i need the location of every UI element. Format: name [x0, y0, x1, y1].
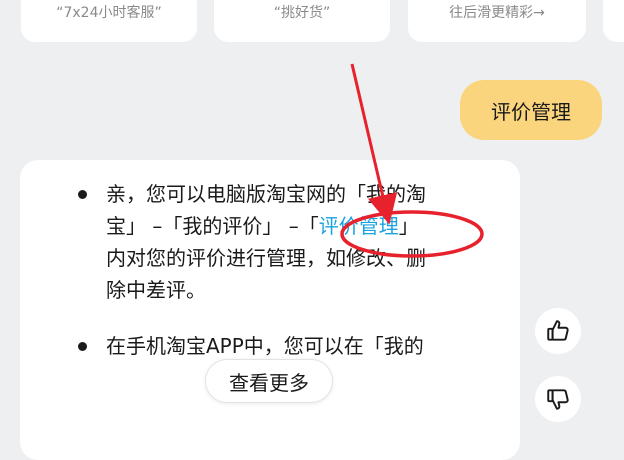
thumbs-down-icon	[547, 389, 569, 410]
see-more-button[interactable]: 查看更多	[205, 359, 333, 403]
answer-text-segment: 在手机淘宝APP中，您可以在「我的	[106, 334, 424, 358]
bullet-dot	[78, 190, 87, 199]
shortcut-label: “挑好货”	[273, 5, 331, 21]
answer-line: 宝」 –「我的评价」 –「评价管理」	[106, 210, 486, 242]
answer-line: 内对您的评价进行管理，如修改、删	[106, 242, 486, 274]
thumbs-up-icon	[547, 320, 569, 341]
shortcut-label: “7x24小时客服”	[56, 5, 162, 21]
bullet-dot	[78, 342, 87, 351]
shortcut-card-good-items[interactable]: “挑好货”	[214, 0, 390, 42]
shortcut-label: 往后滑更精彩→	[449, 5, 545, 21]
answer-text-segment: 亲，您可以电脑版淘宝网的「我的淘	[106, 182, 426, 206]
shortcut-card-customer-service[interactable]: “7x24小时客服”	[21, 0, 197, 42]
answer-item-text: 亲，您可以电脑版淘宝网的「我的淘 宝」 –「我的评价」 –「评价管理」 内对您的…	[106, 178, 486, 306]
answer-text-segment: 宝」 –「我的评价」 –「	[106, 214, 319, 238]
answer-card: 亲，您可以电脑版淘宝网的「我的淘 宝」 –「我的评价」 –「评价管理」 内对您的…	[20, 160, 520, 460]
answer-text-segment: 除中差评。	[106, 278, 206, 302]
answer-line: 亲，您可以电脑版淘宝网的「我的淘	[106, 178, 486, 210]
answer-text-segment: 内对您的评价进行管理，如修改、删	[106, 246, 426, 270]
see-more-label: 查看更多	[229, 370, 309, 395]
dislike-button[interactable]	[535, 376, 581, 422]
shortcut-card-partial[interactable]	[603, 0, 624, 42]
user-message-text: 评价管理	[491, 99, 571, 124]
review-management-link[interactable]: 评价管理	[319, 214, 399, 238]
like-button[interactable]	[535, 308, 581, 354]
shortcut-card-swipe-more[interactable]: 往后滑更精彩→	[408, 0, 586, 42]
answer-line: 在手机淘宝APP中，您可以在「我的	[106, 330, 486, 362]
answer-item-text: 在手机淘宝APP中，您可以在「我的	[106, 330, 486, 362]
user-message-bubble: 评价管理	[460, 80, 602, 140]
answer-text-segment: 」	[398, 214, 419, 238]
answer-line: 除中差评。	[106, 274, 486, 306]
